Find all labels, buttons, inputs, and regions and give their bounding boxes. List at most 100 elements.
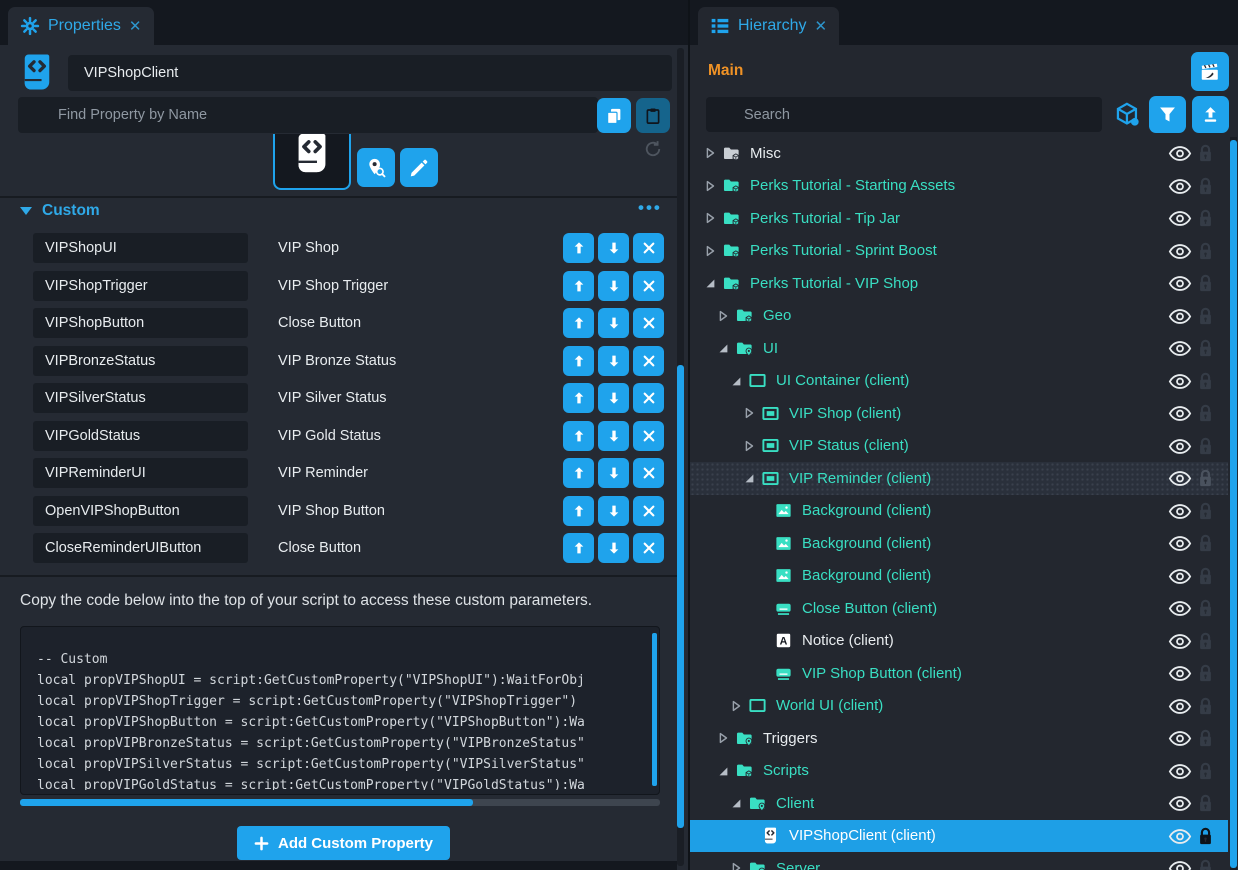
delete-property-button[interactable] — [633, 421, 664, 451]
move-down-button[interactable] — [598, 496, 629, 526]
property-value-slot[interactable]: VIP Bronze Status — [278, 353, 559, 369]
visibility-eye-icon[interactable] — [1168, 633, 1192, 650]
tree-item-ui-container-client[interactable]: UI Container (client) — [690, 365, 1228, 398]
move-up-button[interactable] — [563, 271, 594, 301]
tree-item-perks-tutorial-starting-assets[interactable]: Perks Tutorial - Starting Assets — [690, 170, 1228, 203]
lock-icon[interactable] — [1198, 404, 1213, 422]
move-up-button[interactable] — [563, 383, 594, 413]
property-name-field[interactable]: CloseReminderUIButton — [33, 533, 248, 563]
tree-item-perks-tutorial-sprint-boost[interactable]: Perks Tutorial - Sprint Boost — [690, 235, 1228, 268]
visibility-eye-icon[interactable] — [1168, 568, 1192, 585]
paste-properties-button[interactable] — [636, 98, 670, 133]
property-value-slot[interactable]: VIP Silver Status — [278, 390, 559, 406]
copy-properties-button[interactable] — [597, 98, 631, 133]
tab-hierarchy[interactable]: Hierarchy ✕ — [698, 7, 839, 45]
lock-icon[interactable] — [1198, 307, 1213, 325]
expander-icon[interactable] — [742, 439, 756, 453]
property-value-slot[interactable]: Close Button — [278, 315, 559, 331]
tree-item-vip-shop-button-client[interactable]: VIP Shop Button (client) — [690, 657, 1228, 690]
tree-item-vip-shop-client[interactable]: VIP Shop (client) — [690, 397, 1228, 430]
property-name-field[interactable]: VIPBronzeStatus — [33, 346, 248, 376]
lock-icon[interactable] — [1198, 599, 1213, 617]
expander-icon[interactable] — [716, 764, 730, 778]
property-value-slot[interactable]: VIP Shop Trigger — [278, 278, 559, 294]
move-down-button[interactable] — [598, 383, 629, 413]
property-value-slot[interactable]: VIP Shop Button — [278, 503, 559, 519]
lock-icon[interactable] — [1198, 697, 1213, 715]
expander-icon[interactable] — [742, 471, 756, 485]
tree-item-background-client[interactable]: Background (client) — [690, 495, 1228, 528]
visibility-eye-icon[interactable] — [1168, 600, 1192, 617]
object-name-field[interactable] — [68, 55, 672, 91]
move-down-button[interactable] — [598, 421, 629, 451]
move-down-button[interactable] — [598, 458, 629, 488]
expander-icon[interactable] — [703, 276, 717, 290]
network-cube-icon[interactable] — [1114, 101, 1141, 128]
lock-icon[interactable] — [1198, 827, 1213, 845]
close-icon[interactable]: ✕ — [129, 17, 142, 35]
tab-properties[interactable]: Properties ✕ — [8, 7, 154, 45]
visibility-eye-icon[interactable] — [1168, 698, 1192, 715]
tree-item-client[interactable]: Client — [690, 787, 1228, 820]
tree-item-world-ui-client[interactable]: World UI (client) — [690, 690, 1228, 723]
property-name-field[interactable]: VIPShopUI — [33, 233, 248, 263]
tree-item-perks-tutorial-vip-shop[interactable]: Perks Tutorial - VIP Shop — [690, 267, 1228, 300]
lock-icon[interactable] — [1198, 762, 1213, 780]
lock-icon[interactable] — [1198, 437, 1213, 455]
property-value-slot[interactable]: VIP Gold Status — [278, 428, 559, 444]
expander-icon[interactable] — [716, 731, 730, 745]
tree-item-triggers[interactable]: Triggers — [690, 722, 1228, 755]
close-icon[interactable]: ✕ — [814, 17, 827, 35]
delete-property-button[interactable] — [633, 271, 664, 301]
visibility-eye-icon[interactable] — [1168, 340, 1192, 357]
visibility-eye-icon[interactable] — [1168, 535, 1192, 552]
expander-icon[interactable] — [729, 861, 743, 870]
expander-icon[interactable] — [729, 699, 743, 713]
visibility-eye-icon[interactable] — [1168, 308, 1192, 325]
lock-icon[interactable] — [1198, 794, 1213, 812]
tree-item-vip-status-client[interactable]: VIP Status (client) — [690, 430, 1228, 463]
code-horizontal-scrollbar-thumb[interactable] — [20, 799, 473, 806]
tree-item-server[interactable]: Server — [690, 852, 1228, 870]
lock-icon[interactable] — [1198, 729, 1213, 747]
scene-settings-button[interactable] — [1191, 52, 1229, 91]
property-name-field[interactable]: VIPShopButton — [33, 308, 248, 338]
lock-icon[interactable] — [1198, 339, 1213, 357]
visibility-eye-icon[interactable] — [1168, 373, 1192, 390]
move-up-button[interactable] — [563, 346, 594, 376]
move-up-button[interactable] — [563, 421, 594, 451]
tree-item-notice-client[interactable]: ANotice (client) — [690, 625, 1228, 658]
tree-item-perks-tutorial-tip-jar[interactable]: Perks Tutorial - Tip Jar — [690, 202, 1228, 235]
expander-icon[interactable] — [729, 374, 743, 388]
lock-icon[interactable] — [1198, 242, 1213, 260]
property-search-input[interactable] — [18, 97, 598, 133]
visibility-eye-icon[interactable] — [1168, 665, 1192, 682]
visibility-eye-icon[interactable] — [1168, 503, 1192, 520]
more-options-icon[interactable]: ••• — [638, 198, 662, 218]
lock-icon[interactable] — [1198, 567, 1213, 585]
visibility-eye-icon[interactable] — [1168, 178, 1192, 195]
custom-section-header[interactable]: Custom — [20, 202, 100, 220]
move-down-button[interactable] — [598, 271, 629, 301]
lock-icon[interactable] — [1198, 372, 1213, 390]
move-up-button[interactable] — [563, 533, 594, 563]
visibility-eye-icon[interactable] — [1168, 275, 1192, 292]
delete-property-button[interactable] — [633, 533, 664, 563]
lock-icon[interactable] — [1198, 859, 1213, 870]
lock-icon[interactable] — [1198, 144, 1213, 162]
visibility-eye-icon[interactable] — [1168, 470, 1192, 487]
tree-item-background-client[interactable]: Background (client) — [690, 560, 1228, 593]
hierarchy-scrollbar-thumb[interactable] — [1230, 140, 1237, 868]
expander-icon[interactable] — [729, 796, 743, 810]
lock-icon[interactable] — [1198, 469, 1213, 487]
code-snippet-block[interactable]: -- Custom local propVIPShopUI = script:G… — [20, 626, 660, 795]
delete-property-button[interactable] — [633, 346, 664, 376]
find-in-scene-button[interactable] — [357, 148, 395, 187]
delete-property-button[interactable] — [633, 383, 664, 413]
tree-item-vip-reminder-client[interactable]: VIP Reminder (client) — [690, 462, 1228, 495]
tree-item-scripts[interactable]: Scripts — [690, 755, 1228, 788]
code-vertical-scrollbar[interactable] — [652, 633, 657, 786]
property-name-field[interactable]: VIPGoldStatus — [33, 421, 248, 451]
lock-icon[interactable] — [1198, 177, 1213, 195]
expander-icon[interactable] — [703, 146, 717, 160]
